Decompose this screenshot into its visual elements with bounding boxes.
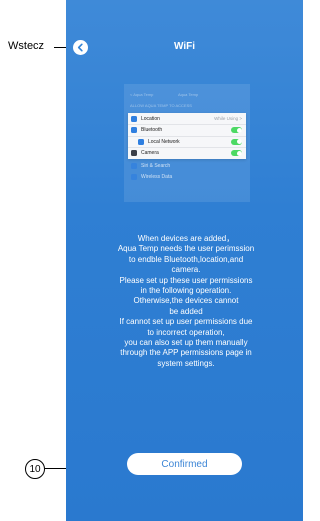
message-line: Otherwise,the devices cannot <box>133 296 239 306</box>
message-line: If cannot set up user permissions due <box>119 317 253 327</box>
permission-label: Bluetooth <box>141 127 163 133</box>
ghost-caption: ALLOW AQUA TEMP TO ACCESS <box>130 103 192 108</box>
permission-row-bluetooth: Bluetooth <box>128 125 246 137</box>
permissions-card: Location While Using > Bluetooth Local N… <box>128 113 246 159</box>
location-icon <box>131 115 137 122</box>
permission-label: Camera <box>141 150 159 156</box>
message-line: Aqua Temp needs the user perimssion <box>117 244 255 254</box>
message-line: When devices are added， <box>137 234 235 243</box>
message-line: camera. <box>171 265 201 275</box>
permissions-extra: Siri & Search Wireless Data <box>128 160 246 182</box>
permission-row-location: Location While Using > <box>128 113 246 125</box>
permission-label: Local Network <box>148 138 180 145</box>
bluetooth-icon <box>131 127 137 133</box>
ghost-header-right: Aqua Temp <box>178 92 199 97</box>
toggle-switch <box>231 127 242 133</box>
message-line: to endble Bluetooth,location,and <box>128 254 244 264</box>
confirmed-button[interactable]: Confirmed <box>127 453 242 475</box>
permission-label: Wireless Data <box>141 173 173 180</box>
toggle-switch <box>231 150 242 156</box>
permission-label: Siri & Search <box>141 162 171 169</box>
camera-icon <box>131 150 137 156</box>
confirm-callout-number: 10 <box>25 459 45 479</box>
message-line: to incorrect operation, <box>147 327 225 337</box>
permission-row-local-network: Local Network <box>128 136 246 148</box>
permission-row-camera: Camera <box>128 148 246 159</box>
wireless-icon <box>131 173 137 180</box>
permission-message: When devices are added， Aqua Temp needs … <box>86 234 286 369</box>
message-line: through the APP permissions page in <box>120 348 252 358</box>
message-line: be added <box>169 306 203 316</box>
page-title: WiFi <box>173 41 195 52</box>
permission-row-wireless: Wireless Data <box>128 171 246 182</box>
ghost-header-left: < Aqua Temp <box>130 92 154 97</box>
back-callout-label: Wstecz <box>8 40 45 52</box>
message-line: in the following operation. <box>140 286 232 296</box>
permission-value: While Using > <box>214 116 242 121</box>
message-line: Please set up these user permissions <box>119 275 253 285</box>
permission-row-siri: Siri & Search <box>128 160 246 171</box>
network-icon <box>138 138 144 145</box>
permission-label: Location <box>141 115 160 122</box>
toggle-switch <box>231 138 242 145</box>
message-line: you can also set up them manually <box>124 338 248 348</box>
siri-icon <box>131 162 137 169</box>
message-line: system settings. <box>157 358 215 368</box>
